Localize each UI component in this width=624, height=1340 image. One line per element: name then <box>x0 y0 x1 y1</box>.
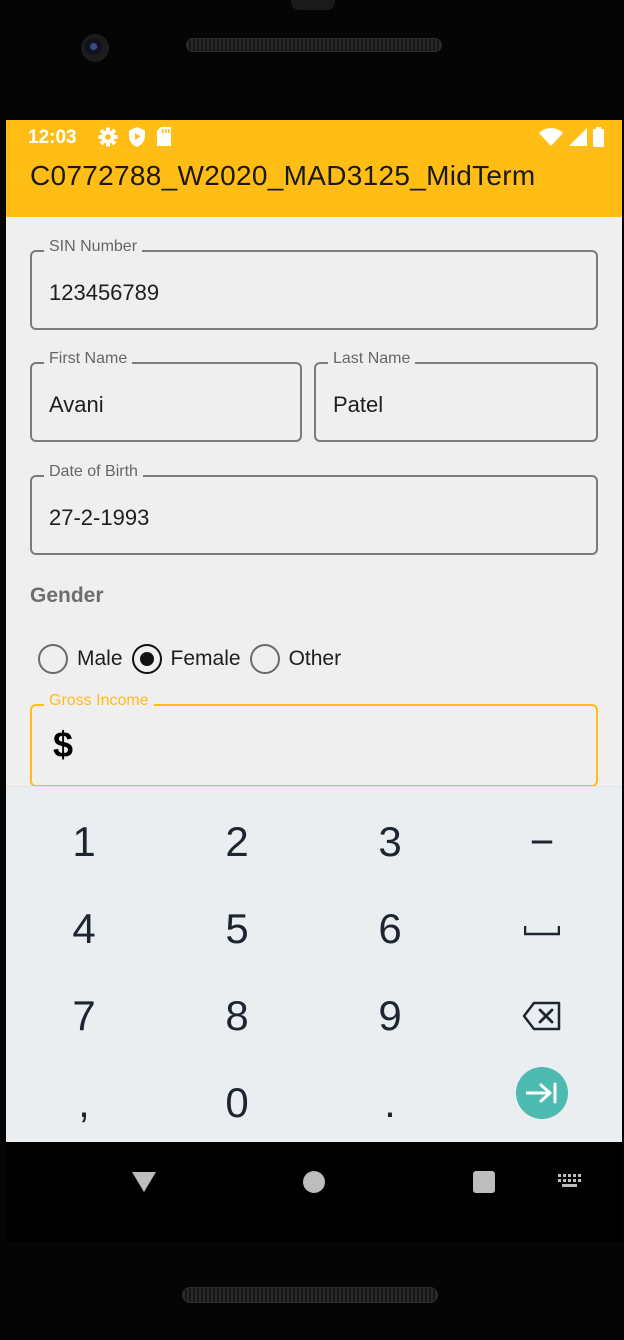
date-of-birth-field[interactable]: Date of Birth 27-2-1993 <box>30 463 598 555</box>
signal-icon <box>569 128 587 146</box>
space-icon <box>524 926 560 936</box>
radio-unchecked-icon[interactable] <box>249 644 280 674</box>
date-of-birth-value[interactable]: 27-2-1993 <box>49 505 149 531</box>
gender-radio-group: Male Female Other <box>38 644 350 674</box>
settings-icon <box>98 127 118 147</box>
status-icons-left <box>98 127 172 147</box>
sin-number-value[interactable]: 123456789 <box>49 280 159 306</box>
key-8[interactable]: 8 <box>161 973 313 1059</box>
radio-unchecked-icon[interactable] <box>38 644 68 674</box>
last-name-label: Last Name <box>328 350 416 368</box>
key-backspace[interactable] <box>466 973 618 1059</box>
keyboard-switch-icon[interactable] <box>557 1173 583 1189</box>
earpiece-speaker <box>186 38 442 52</box>
next-button[interactable] <box>516 1067 568 1119</box>
key-comma[interactable]: , <box>8 1060 160 1146</box>
key-0[interactable]: 0 <box>161 1060 313 1146</box>
gender-radio-female[interactable]: Female <box>131 644 241 674</box>
backspace-icon <box>522 1001 561 1031</box>
gross-income-label: Gross Income <box>44 692 154 710</box>
recents-icon[interactable] <box>473 1171 495 1193</box>
navigation-bar <box>6 1142 622 1242</box>
radio-checked-icon[interactable] <box>131 644 162 674</box>
bottom-speaker <box>182 1287 438 1303</box>
gender-radio-other[interactable]: Other <box>249 644 342 674</box>
key-3[interactable]: 3 <box>314 799 466 885</box>
sd-card-icon <box>157 127 171 146</box>
device-notch <box>291 0 335 10</box>
battery-icon <box>593 127 604 147</box>
home-icon[interactable] <box>303 1171 325 1193</box>
first-name-value[interactable]: Avani <box>49 392 104 418</box>
key-4[interactable]: 4 <box>8 886 160 972</box>
numeric-keyboard: 1 2 3 − 4 5 6 7 8 9 , 0 . <box>6 786 622 1142</box>
gender-option-label: Female <box>170 647 241 670</box>
status-icons-right <box>539 127 604 147</box>
gender-option-label: Other <box>288 647 342 670</box>
sin-number-label: SIN Number <box>44 238 143 256</box>
dollar-prefix: $ <box>53 724 74 765</box>
key-5[interactable]: 5 <box>161 886 313 972</box>
app-title: C0772788_W2020_MAD3125_MidTerm <box>30 160 536 191</box>
key-minus[interactable]: − <box>466 799 618 885</box>
key-space[interactable] <box>466 886 618 972</box>
sin-number-field[interactable]: SIN Number 123456789 <box>30 238 598 330</box>
next-icon <box>526 1082 557 1104</box>
gender-label: Gender <box>30 584 104 607</box>
app-bar: 12:03 C0772788_W2020_MAD3125_MidTerm <box>6 120 622 217</box>
front-camera <box>81 34 109 62</box>
date-of-birth-label: Date of Birth <box>44 463 143 481</box>
last-name-field[interactable]: Last Name Patel <box>314 350 598 442</box>
app-screen: 12:03 C0772788_W2020_MAD3125_MidTerm SIN… <box>6 120 622 1242</box>
wifi-icon <box>539 128 563 146</box>
first-name-field[interactable]: First Name Avani <box>30 350 302 442</box>
key-7[interactable]: 7 <box>8 973 160 1059</box>
key-next[interactable] <box>466 1050 618 1136</box>
key-period[interactable]: . <box>314 1060 466 1146</box>
status-time: 12:03 <box>28 127 77 148</box>
shield-icon <box>129 127 145 147</box>
back-icon[interactable] <box>132 1172 156 1192</box>
first-name-label: First Name <box>44 350 133 368</box>
gender-radio-male[interactable]: Male <box>38 644 123 674</box>
last-name-value[interactable]: Patel <box>333 392 383 418</box>
key-1[interactable]: 1 <box>8 799 160 885</box>
key-9[interactable]: 9 <box>314 973 466 1059</box>
key-2[interactable]: 2 <box>161 799 313 885</box>
key-6[interactable]: 6 <box>314 886 466 972</box>
gender-option-label: Male <box>77 647 123 670</box>
gross-income-field[interactable]: Gross Income $ <box>30 692 598 787</box>
